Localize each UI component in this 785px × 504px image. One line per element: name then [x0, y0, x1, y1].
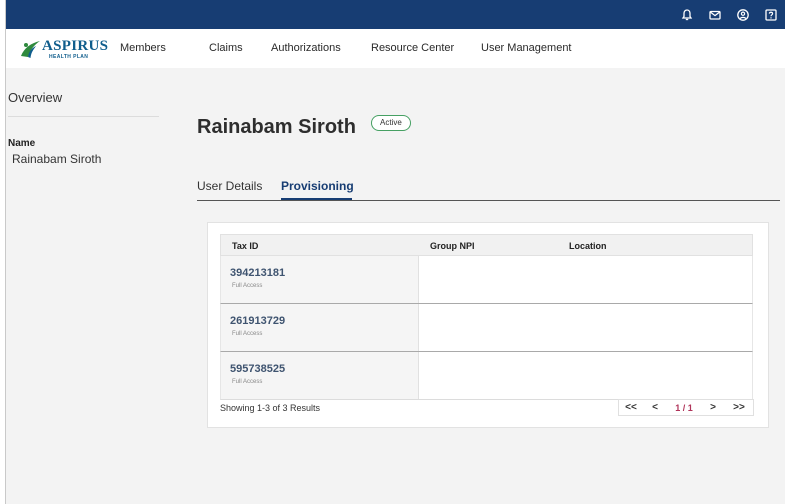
- prev-page-button[interactable]: <: [643, 402, 667, 413]
- table-header: Tax ID Group NPI Location: [220, 234, 753, 256]
- nav-user-management[interactable]: User Management: [481, 42, 572, 54]
- nav-claims[interactable]: Claims: [209, 42, 243, 54]
- user-circle-icon[interactable]: [736, 8, 750, 22]
- table-row[interactable]: 595738525 Full Access: [220, 352, 753, 400]
- name-value: Rainabam Siroth: [12, 152, 102, 166]
- top-bar: [6, 0, 785, 29]
- name-label: Name: [8, 138, 36, 149]
- table-row[interactable]: 394213181 Full Access: [220, 256, 753, 304]
- table-row[interactable]: 261913729 Full Access: [220, 304, 753, 352]
- column-header-location: Location: [569, 241, 607, 251]
- status-badge: Active: [371, 115, 411, 131]
- tab-user-details[interactable]: User Details: [197, 179, 262, 193]
- tab-provisioning[interactable]: Provisioning: [281, 179, 354, 193]
- sidebar-divider: [8, 116, 159, 117]
- help-icon[interactable]: [764, 8, 778, 22]
- results-summary: Showing 1-3 of 3 Results: [220, 403, 321, 413]
- provisioning-card: Tax ID Group NPI Location 394213181 Full…: [207, 222, 769, 428]
- access-level: Full Access: [232, 283, 263, 289]
- top-bar-icons: [680, 0, 778, 29]
- tax-id-link[interactable]: 595738525: [230, 363, 285, 375]
- nav-authorizations[interactable]: Authorizations: [271, 42, 341, 54]
- main-nav: ASPIRUS HEALTH PLAN Members Claims Autho…: [6, 29, 785, 68]
- brand-name: ASPIRUS: [42, 38, 109, 54]
- tax-id-cell: 595738525 Full Access: [221, 352, 419, 399]
- column-header-group-npi: Group NPI: [430, 241, 475, 251]
- brand-subtitle: HEALTH PLAN: [49, 54, 89, 60]
- provisioning-table: Tax ID Group NPI Location 394213181 Full…: [220, 234, 753, 400]
- nav-resource-center[interactable]: Resource Center: [371, 42, 454, 54]
- app-frame: ASPIRUS HEALTH PLAN Members Claims Autho…: [5, 0, 785, 504]
- main-content: Rainabam Siroth Active User Details Prov…: [177, 68, 785, 504]
- tax-id-cell: 394213181 Full Access: [221, 256, 419, 303]
- tax-id-cell: 261913729 Full Access: [221, 304, 419, 351]
- pagination: << < 1 / 1 > >>: [618, 399, 754, 416]
- first-page-button[interactable]: <<: [619, 402, 643, 413]
- tax-id-link[interactable]: 261913729: [230, 315, 285, 327]
- sidebar: Overview Name Rainabam Siroth: [6, 68, 177, 504]
- tax-id-link[interactable]: 394213181: [230, 267, 285, 279]
- mail-icon[interactable]: [708, 8, 722, 22]
- column-header-tax-id: Tax ID: [232, 241, 259, 251]
- access-level: Full Access: [232, 379, 263, 385]
- tabs-divider: [197, 200, 780, 201]
- aspirus-logo[interactable]: ASPIRUS HEALTH PLAN: [18, 38, 108, 60]
- next-page-button[interactable]: >: [701, 402, 725, 413]
- page-title: Rainabam Siroth: [197, 116, 356, 138]
- nav-members[interactable]: Members: [120, 42, 166, 54]
- active-tab-indicator: [281, 198, 352, 200]
- bell-icon[interactable]: [680, 8, 694, 22]
- sidebar-overview[interactable]: Overview: [8, 90, 62, 105]
- last-page-button[interactable]: >>: [725, 402, 753, 413]
- page-indicator: 1 / 1: [675, 402, 693, 413]
- logo-mark-icon: [21, 41, 40, 58]
- access-level: Full Access: [232, 331, 263, 337]
